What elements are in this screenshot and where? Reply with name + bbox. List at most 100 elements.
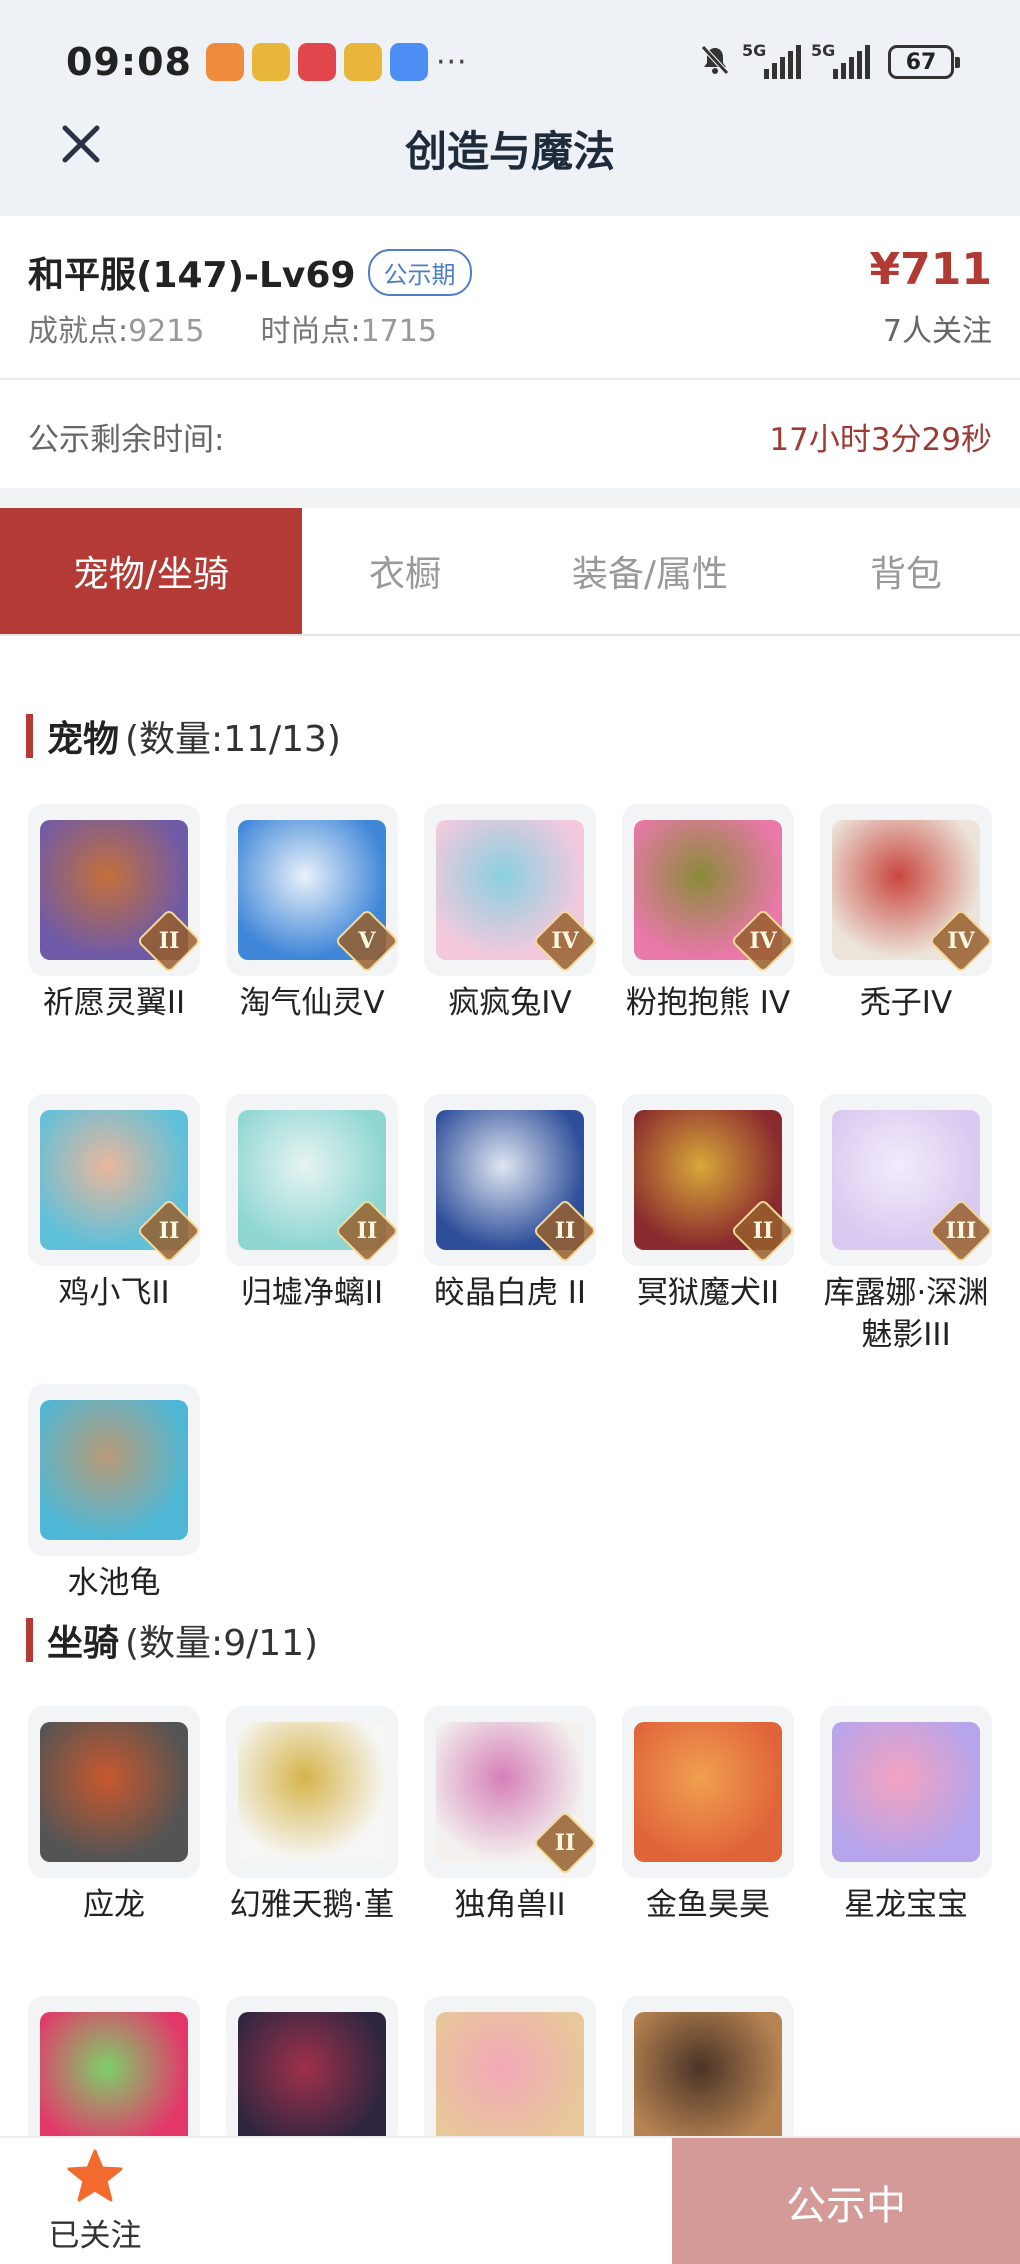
mount-item[interactable]: 金鱼昊昊	[622, 1706, 794, 1926]
pet-name: 库露娜·深渊魅影III	[823, 1275, 989, 1353]
pet-item[interactable]: II 归墟净螭II	[226, 1094, 398, 1314]
mount-image	[40, 1722, 188, 1862]
tier-badge-label: II	[158, 928, 180, 954]
mount-thumbnail	[622, 1996, 794, 2136]
pet-thumbnail: V	[226, 804, 398, 976]
mount-name: 独角兽II	[454, 1887, 566, 1923]
nav-bar: 创造与魔法	[0, 100, 1020, 190]
tab-backpack[interactable]: 背包	[792, 508, 1020, 634]
mount-thumbnail	[820, 1706, 992, 1878]
section-accent-bar	[26, 1618, 33, 1662]
mount-name: 星龙宝宝	[844, 1887, 968, 1923]
pet-item[interactable]: IV 疯疯兔IV	[424, 804, 596, 1024]
pet-name: 祈愿灵翼II	[42, 985, 186, 1021]
more-notifications-icon: ···	[435, 44, 468, 80]
pet-item[interactable]: II 冥狱魔犬II	[622, 1094, 794, 1314]
signal-5g-2-icon: 5G	[811, 41, 870, 79]
mount-thumbnail	[226, 1706, 398, 1878]
achievement-points: 成就点:9215	[28, 306, 204, 350]
tab-pets-mounts[interactable]: 宠物/坐骑	[0, 508, 302, 634]
mount-thumbnail	[28, 1996, 200, 2136]
star-icon	[66, 2149, 124, 2208]
price: ¥711	[869, 244, 992, 295]
pets-title: 宠物	[47, 719, 120, 760]
follow-button[interactable]: 已关注	[30, 2148, 160, 2255]
pet-thumbnail	[28, 1384, 200, 1556]
tab-wardrobe[interactable]: 衣橱	[302, 508, 508, 634]
notification-icons	[205, 43, 428, 81]
account-info: 和平服(147)-Lv69 公示期 成就点:9215 时尚点:1715 ¥711…	[0, 216, 1020, 376]
pet-thumbnail: III	[820, 1094, 992, 1266]
pet-item[interactable]: IV 粉抱抱熊 IV	[622, 804, 794, 1024]
mount-image	[436, 2012, 584, 2136]
countdown-row: 公示剩余时间: 17小时3分29秒	[0, 378, 1020, 488]
tier-badge-label: II	[158, 1218, 180, 1244]
signal-label-2: 5G	[811, 41, 836, 60]
pet-thumbnail: II	[226, 1094, 398, 1266]
top-area: 09:08 ··· 5G 5G 67 创造与魔法	[0, 0, 1020, 216]
pet-thumbnail: II	[424, 1094, 596, 1266]
pet-name: 鸡小飞II	[58, 1275, 170, 1311]
mount-thumbnail	[622, 1706, 794, 1878]
publicity-status-button[interactable]: 公示中	[672, 2138, 1020, 2264]
mount-item[interactable]	[424, 1996, 596, 2136]
mute-icon	[698, 43, 732, 81]
pet-item[interactable]: II 祈愿灵翼II	[28, 804, 200, 1024]
section-accent-bar	[26, 714, 33, 758]
mount-item[interactable]	[622, 1996, 794, 2136]
pets-count: (数量:11/13)	[125, 719, 341, 760]
mounts-section-title: 坐骑 (数量:9/11)	[26, 1614, 318, 1666]
mount-item[interactable]: 幻雅天鹅·堇	[226, 1706, 398, 1926]
pet-item[interactable]: III 库露娜·深渊魅影III	[820, 1094, 992, 1356]
mount-item[interactable]	[28, 1996, 200, 2136]
pet-thumbnail: IV	[424, 804, 596, 976]
mount-image	[40, 2012, 188, 2136]
pet-name: 归墟净螭II	[240, 1275, 384, 1311]
account-name-row: 和平服(147)-Lv69 公示期	[28, 246, 472, 298]
mount-image	[634, 1722, 782, 1862]
mount-thumbnail: II	[424, 1706, 596, 1878]
618-app-icon	[297, 43, 336, 81]
mounts-grid: 应龙 幻雅天鹅·堇 II 独角兽II 金鱼昊昊 星龙宝宝	[28, 1706, 996, 2136]
mount-item[interactable]: II 独角兽II	[424, 1706, 596, 1926]
signal-label-1: 5G	[742, 41, 767, 60]
tier-badge-label: IV	[749, 928, 777, 954]
mount-thumbnail	[28, 1706, 200, 1878]
page-title: 创造与魔法	[404, 127, 615, 176]
follow-label: 已关注	[48, 2218, 142, 2254]
pet-item[interactable]: II 皎晶白虎 II	[424, 1094, 596, 1314]
tier-badge-label: V	[358, 928, 376, 954]
mount-item[interactable]	[226, 1996, 398, 2136]
pet-thumbnail: IV	[622, 804, 794, 976]
mount-thumbnail	[226, 1996, 398, 2136]
tab-bar: 宠物/坐骑 衣橱 装备/属性 背包	[0, 508, 1020, 636]
mount-thumbnail	[424, 1996, 596, 2136]
pet-thumbnail: II	[28, 804, 200, 976]
pet-name: 粉抱抱熊 IV	[625, 985, 791, 1021]
signal-5g-1-icon: 5G	[742, 41, 801, 79]
status-right: 5G 5G 67	[698, 41, 960, 81]
tier-badge-label: III	[945, 1218, 977, 1244]
tab-equipment[interactable]: 装备/属性	[508, 508, 792, 634]
pet-image	[40, 1400, 188, 1540]
pet-name: 冥狱魔犬II	[636, 1275, 780, 1311]
account-stats: 成就点:9215 时尚点:1715	[28, 306, 437, 350]
pet-thumbnail: IV	[820, 804, 992, 976]
pet-item[interactable]: IV 秃子IV	[820, 804, 992, 1024]
pet-item[interactable]: II 鸡小飞II	[28, 1094, 200, 1314]
section-divider	[0, 488, 1020, 508]
watchers-count: 7人关注	[882, 314, 992, 349]
pet-item[interactable]: 水池龟	[28, 1384, 200, 1604]
mount-image	[832, 1722, 980, 1862]
tier-badge-label: II	[356, 1218, 378, 1244]
mount-item[interactable]: 应龙	[28, 1706, 200, 1926]
weibo-icon	[251, 43, 290, 81]
pet-item[interactable]: V 淘气仙灵V	[226, 804, 398, 1024]
countdown-value: 17小时3分29秒	[769, 422, 992, 458]
tier-badge-label: II	[554, 1830, 576, 1856]
achievement-label: 成就点:	[28, 314, 129, 349]
battery-level: 67	[905, 49, 937, 75]
mount-image	[634, 2012, 782, 2136]
mount-item[interactable]: 星龙宝宝	[820, 1706, 992, 1926]
status-bar: 09:08 ··· 5G 5G 67	[66, 34, 960, 90]
